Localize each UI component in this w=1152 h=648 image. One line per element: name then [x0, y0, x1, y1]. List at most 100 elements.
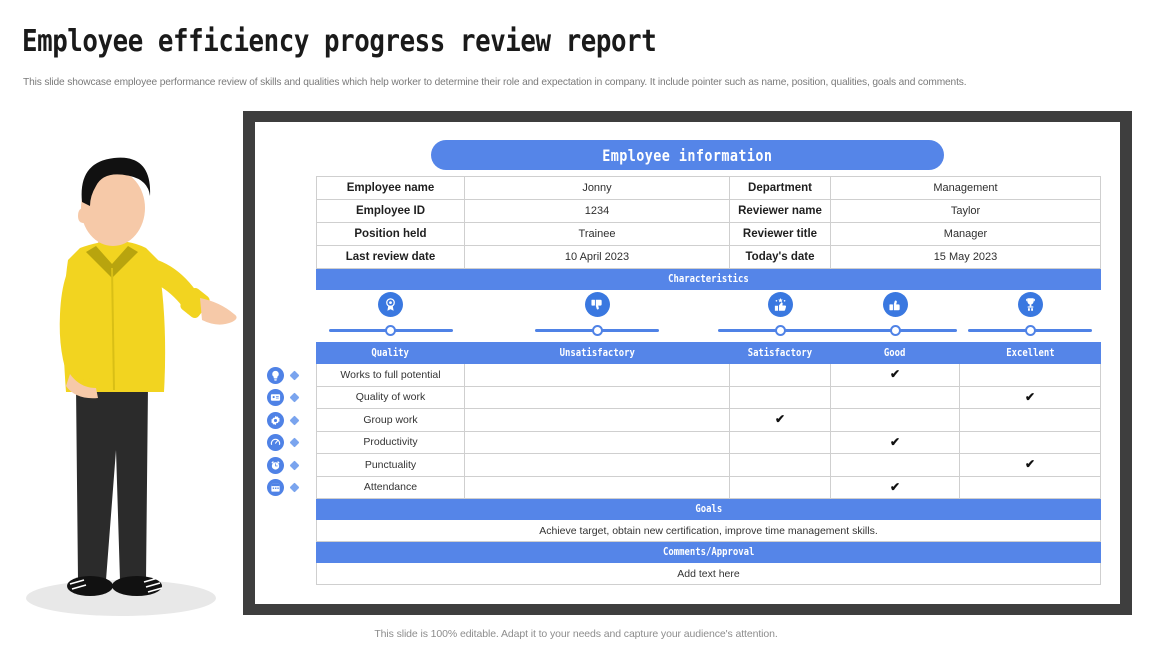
comments-row: Add text here — [316, 562, 1101, 585]
cell-unsatisfactory[interactable] — [464, 430, 730, 454]
cell-unsatisfactory[interactable] — [464, 385, 730, 409]
speedometer-icon — [267, 434, 284, 452]
calendar-icon — [267, 479, 284, 497]
last-review-date-label: Last review date — [316, 245, 465, 269]
goals-value[interactable]: Achieve target, obtain new certification… — [316, 519, 1101, 542]
quality-slider[interactable] — [328, 325, 453, 337]
list-item — [267, 387, 313, 410]
cell-satisfactory[interactable] — [729, 475, 831, 499]
thumbs-up-icon — [882, 292, 908, 317]
cell-excellent[interactable] — [959, 475, 1101, 499]
page-title: Employee efficiency progress review repo… — [22, 24, 657, 59]
slider-knob[interactable] — [889, 325, 901, 336]
cell-good[interactable]: ✔ — [830, 363, 960, 387]
page-subtitle: This slide showcase employee performance… — [23, 76, 967, 88]
last-review-date-value[interactable]: 10 April 2023 — [464, 245, 730, 269]
employee-id-value[interactable]: 1234 — [464, 199, 730, 223]
quality-label: Punctuality — [316, 453, 465, 477]
award-badge-icon — [378, 292, 403, 317]
cell-good[interactable]: ✔ — [830, 430, 960, 454]
cell-excellent[interactable]: ✔ — [959, 453, 1101, 477]
employee-name-value[interactable]: Jonny — [464, 176, 730, 200]
department-value[interactable]: Management — [830, 176, 1101, 200]
employee-information-header: Employee information — [255, 140, 1120, 170]
connector-diamond-icon — [289, 437, 300, 448]
cell-satisfactory[interactable]: ✔ — [729, 408, 831, 432]
cell-good[interactable] — [830, 385, 960, 409]
connector-diamond-icon — [289, 370, 300, 381]
comments-band: Comments/Approval — [316, 541, 1101, 563]
characteristics-band-cell: Characteristics — [316, 268, 1101, 290]
table-row: Position held Trainee Reviewer title Man… — [316, 222, 1101, 246]
quality-label: Group work — [316, 408, 465, 432]
list-item — [267, 364, 313, 387]
row-icon-rail — [267, 364, 313, 499]
reviewer-name-value[interactable]: Taylor — [830, 199, 1101, 223]
connector-diamond-icon — [289, 415, 300, 426]
table-row: Group work ✔ — [316, 408, 1101, 432]
good-slider[interactable] — [833, 325, 957, 337]
position-held-label: Position held — [316, 222, 465, 246]
column-header-excellent-label: Excellent — [1005, 347, 1055, 359]
cell-good[interactable] — [830, 453, 960, 477]
check-icon: ✔ — [889, 479, 901, 494]
cell-excellent[interactable] — [959, 408, 1101, 432]
pill-banner: Employee information — [431, 140, 944, 170]
pill-title: Employee information — [602, 145, 773, 165]
goals-row: Achieve target, obtain new certification… — [316, 519, 1101, 542]
satisfactory-slider[interactable] — [718, 325, 842, 337]
cell-satisfactory[interactable] — [729, 453, 831, 477]
stars-thumbs-up-icon — [767, 292, 793, 317]
check-icon: ✔ — [1024, 457, 1036, 472]
teamwork-gear-icon — [267, 411, 284, 429]
quality-label: Productivity — [316, 430, 465, 454]
cell-excellent[interactable] — [959, 363, 1101, 387]
quality-label: Works to full potential — [316, 363, 465, 387]
goals-band: Goals — [316, 498, 1101, 520]
rating-icon-strip — [317, 290, 1101, 343]
quality-label: Quality of work — [316, 385, 465, 409]
table-row: Attendance ✔ — [316, 475, 1101, 499]
table-row: Employee name Jonny Department Managemen… — [316, 176, 1101, 200]
cell-excellent[interactable]: ✔ — [959, 385, 1101, 409]
rating-column-headers: Quality Unsatisfactory Satisfactory Good… — [316, 342, 1101, 364]
cell-satisfactory[interactable] — [729, 430, 831, 454]
cell-good[interactable] — [830, 408, 960, 432]
cell-satisfactory[interactable] — [729, 385, 831, 409]
alarm-clock-icon — [267, 456, 284, 474]
cell-excellent[interactable] — [959, 430, 1101, 454]
slider-knob[interactable] — [591, 325, 603, 336]
column-header-satisfactory: Satisfactory — [729, 342, 831, 364]
column-header-good-label: Good — [884, 347, 906, 359]
check-icon: ✔ — [889, 367, 901, 382]
position-held-value[interactable]: Trainee — [464, 222, 730, 246]
reviewer-name-label: Reviewer name — [729, 199, 831, 223]
footer-note: This slide is 100% editable. Adapt it to… — [374, 628, 778, 640]
cell-good[interactable]: ✔ — [830, 475, 960, 499]
slide-card-frame: Employee information Employee name Jonny… — [243, 111, 1132, 615]
cell-unsatisfactory[interactable] — [464, 408, 730, 432]
slider-knob[interactable] — [385, 325, 396, 336]
card-inner: Employee information Employee name Jonny… — [255, 122, 1120, 604]
list-item — [267, 409, 313, 432]
comments-value[interactable]: Add text here — [316, 562, 1101, 585]
slider-knob[interactable] — [1024, 325, 1036, 336]
column-header-unsatisfactory-label: Unsatisfactory — [559, 347, 635, 359]
cell-satisfactory[interactable] — [729, 363, 831, 387]
cell-unsatisfactory[interactable] — [464, 363, 730, 387]
review-table: Employee name Jonny Department Managemen… — [316, 176, 1101, 585]
check-icon: ✔ — [1024, 389, 1036, 404]
cell-unsatisfactory[interactable] — [464, 475, 730, 499]
slider-knob[interactable] — [774, 325, 786, 336]
cell-unsatisfactory[interactable] — [464, 453, 730, 477]
todays-date-value[interactable]: 15 May 2023 — [830, 245, 1101, 269]
goals-band-label: Goals — [695, 503, 722, 515]
comments-band-cell: Comments/Approval — [316, 541, 1101, 563]
unsatisfactory-slider[interactable] — [535, 325, 659, 337]
excellent-slider[interactable] — [968, 325, 1092, 337]
reviewer-title-value[interactable]: Manager — [830, 222, 1101, 246]
connector-diamond-icon — [289, 460, 300, 471]
table-row: Last review date 10 April 2023 Today's d… — [316, 245, 1101, 269]
connector-diamond-icon — [289, 482, 300, 493]
quality-label: Attendance — [316, 475, 465, 499]
